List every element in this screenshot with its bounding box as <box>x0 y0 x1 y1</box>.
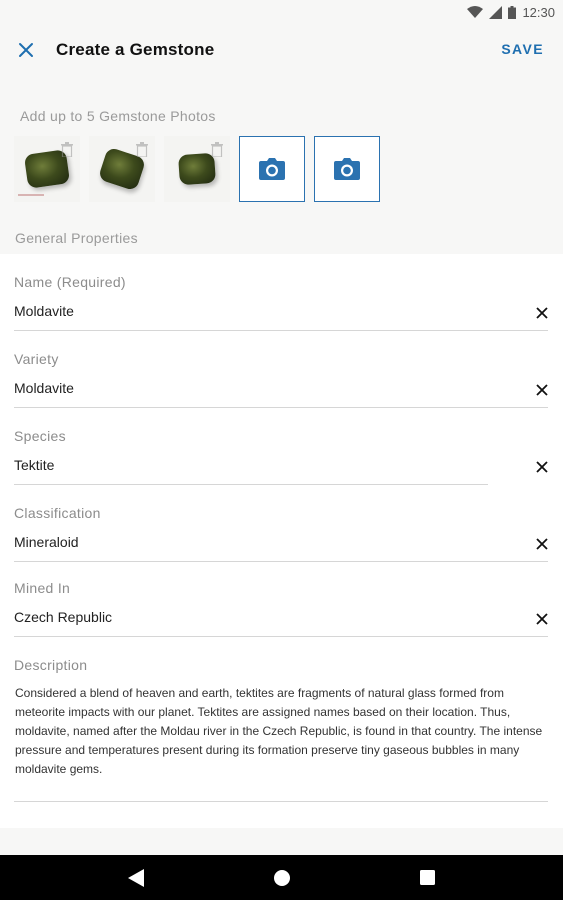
recents-button[interactable] <box>420 870 435 885</box>
camera-icon <box>334 158 360 180</box>
close-icon <box>536 384 548 396</box>
status-bar: 12:30 <box>0 0 563 24</box>
close-icon <box>536 307 548 319</box>
back-icon <box>128 868 144 887</box>
add-photo-button[interactable] <box>314 136 380 202</box>
field-label: Description <box>14 657 88 673</box>
section-heading: General Properties <box>15 230 138 246</box>
close-icon <box>536 461 548 473</box>
app-bar: Create a Gemstone SAVE <box>0 24 563 76</box>
add-photo-button[interactable] <box>239 136 305 202</box>
ruler-mark <box>18 194 44 196</box>
clear-name-button[interactable] <box>533 304 551 322</box>
field-label: Mined In <box>14 580 71 596</box>
description-input[interactable]: Considered a blend of heaven and earth, … <box>15 684 547 779</box>
close-icon <box>536 613 548 625</box>
gemstone-image <box>177 152 217 186</box>
variety-input[interactable]: Moldavite <box>14 380 74 396</box>
signal-icon <box>489 5 503 19</box>
photos-label: Add up to 5 Gemstone Photos <box>20 108 216 124</box>
name-input[interactable]: Moldavite <box>14 303 74 319</box>
photo-thumbnail[interactable] <box>89 136 155 202</box>
trash-icon[interactable] <box>210 142 224 157</box>
species-input[interactable]: Tektite <box>14 457 54 473</box>
close-button[interactable] <box>0 24 52 76</box>
clear-variety-button[interactable] <box>533 381 551 399</box>
clear-species-button[interactable] <box>533 458 551 476</box>
field-underline <box>14 330 548 331</box>
field-label: Classification <box>14 505 101 521</box>
field-label: Species <box>14 428 66 444</box>
wifi-icon <box>467 5 484 18</box>
properties-form: Name (Required) Moldavite Variety Moldav… <box>0 254 563 828</box>
clear-mined-in-button[interactable] <box>533 610 551 628</box>
field-underline <box>14 407 548 408</box>
recents-icon <box>420 870 435 885</box>
clear-classification-button[interactable] <box>533 535 551 553</box>
mined-in-input[interactable]: Czech Republic <box>14 609 112 625</box>
close-icon <box>536 538 548 550</box>
field-underline <box>14 636 548 637</box>
field-label: Variety <box>14 351 59 367</box>
field-underline <box>14 484 488 485</box>
field-underline <box>14 561 548 562</box>
status-time: 12:30 <box>522 4 555 20</box>
trash-icon[interactable] <box>135 142 149 157</box>
photo-thumbnail[interactable] <box>14 136 80 202</box>
back-button[interactable] <box>128 868 144 887</box>
trash-icon[interactable] <box>60 142 74 157</box>
save-button[interactable]: SAVE <box>501 41 544 57</box>
classification-input[interactable]: Mineraloid <box>14 534 79 550</box>
battery-icon <box>508 5 517 19</box>
page-title: Create a Gemstone <box>56 40 215 59</box>
close-icon <box>19 43 33 57</box>
camera-icon <box>259 158 285 180</box>
field-label: Name (Required) <box>14 274 126 290</box>
navigation-bar <box>0 855 563 900</box>
field-underline <box>14 801 548 802</box>
home-icon <box>274 869 290 886</box>
photo-thumbnail[interactable] <box>164 136 230 202</box>
photos-row <box>14 136 380 202</box>
home-button[interactable] <box>274 869 290 886</box>
